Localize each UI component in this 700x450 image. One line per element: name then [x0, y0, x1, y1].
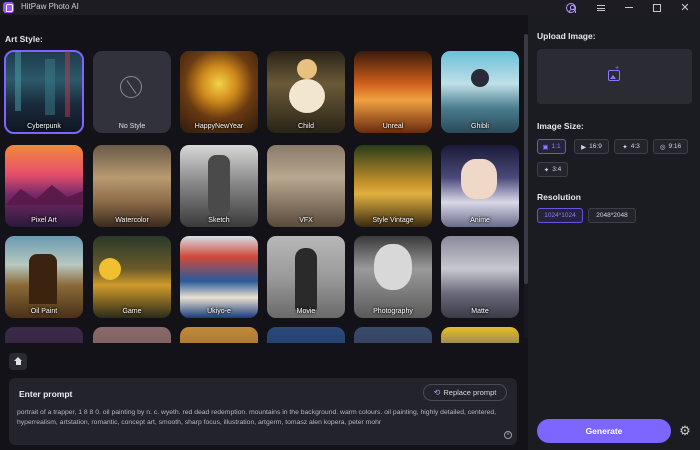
- replace-icon: ⟲: [433, 388, 441, 397]
- resolution-label: Resolution: [537, 192, 581, 202]
- style-label: Anime: [470, 217, 490, 224]
- resolution-option-2048[interactable]: 2048*2048: [588, 208, 636, 223]
- style-tile-pixel-art[interactable]: Pixel Art: [5, 145, 83, 227]
- resolution-option-1024[interactable]: 1024*1024: [537, 208, 583, 223]
- maximize-icon[interactable]: [650, 1, 664, 14]
- image-size-label: Image Size:: [537, 121, 584, 131]
- app-title: HitPaw Photo AI: [21, 2, 79, 11]
- replace-prompt-button[interactable]: ⟲ Replace prompt: [423, 384, 507, 401]
- style-tile-watercolor[interactable]: Watercolor: [93, 145, 171, 227]
- menu-icon[interactable]: [594, 1, 608, 14]
- size-option-4-3[interactable]: ✦ 4:3: [614, 139, 648, 154]
- clear-prompt-icon[interactable]: ×: [504, 431, 512, 439]
- app-logo-icon: [3, 2, 14, 13]
- style-tile-partial[interactable]: [5, 327, 83, 343]
- style-label: No Style: [118, 123, 146, 130]
- size-option-16-9[interactable]: ▶ 16:9: [574, 139, 609, 154]
- prompt-input[interactable]: portrait of a trapper, 1 8 8 0. oil pain…: [17, 408, 507, 428]
- size-option-label: 4:3: [630, 143, 640, 150]
- size-option-label: 1:1: [551, 143, 561, 150]
- prompt-title: Enter prompt: [19, 389, 73, 399]
- add-image-icon: [608, 65, 620, 81]
- style-tile-matte[interactable]: Matte: [441, 236, 519, 318]
- account-icon[interactable]: [564, 1, 578, 14]
- instagram-icon: ◎: [659, 143, 666, 151]
- style-label: VFX: [299, 217, 313, 224]
- style-tile-movie[interactable]: Movie: [267, 236, 345, 318]
- size-option-label: 16:9: [589, 143, 602, 150]
- style-tile-game[interactable]: Game: [93, 236, 171, 318]
- style-tile-cyberpunk[interactable]: Cyberpunk: [4, 50, 84, 134]
- minimize-icon[interactable]: [622, 1, 636, 14]
- size-option-label: 3:4: [552, 166, 562, 173]
- style-tile-partial[interactable]: [180, 327, 258, 343]
- generate-button[interactable]: Generate: [537, 419, 671, 443]
- style-tile-partial[interactable]: [354, 327, 432, 343]
- art-style-label: Art Style:: [5, 34, 43, 44]
- style-label: Pixel Art: [31, 217, 57, 224]
- no-style-icon: [120, 76, 142, 98]
- style-label: Ukiyo-e: [207, 308, 231, 315]
- replace-prompt-label: Replace prompt: [443, 388, 497, 397]
- style-label: Cyberpunk: [27, 123, 61, 130]
- size-option-1-1[interactable]: ▣ 1:1: [537, 139, 566, 154]
- style-label: Watercolor: [115, 217, 149, 224]
- style-label: Matte: [471, 308, 489, 315]
- style-tile-partial[interactable]: [267, 327, 345, 343]
- style-tile-no-style[interactable]: No Style: [93, 51, 171, 133]
- home-icon: [14, 357, 23, 366]
- style-tile-oil-paint[interactable]: Oil Paint: [5, 236, 83, 318]
- style-tile-style-vintage[interactable]: Style Vintage: [354, 145, 432, 227]
- twitter-icon: ✦: [543, 166, 550, 174]
- style-label: Oil Paint: [30, 308, 58, 315]
- size-option-9-16[interactable]: ◎ 9:16: [653, 139, 688, 154]
- upload-image-dropzone[interactable]: [537, 49, 692, 104]
- upload-image-label: Upload Image:: [537, 31, 596, 41]
- app-window: HitPaw Photo AI ✕ Art Style: Cyberpunk N…: [0, 0, 700, 450]
- style-label: HappyNewYear: [194, 123, 244, 130]
- style-tile-sketch[interactable]: Sketch: [180, 145, 258, 227]
- style-label: Style Vintage: [372, 217, 414, 224]
- style-tile-anime[interactable]: Anime: [441, 145, 519, 227]
- home-button[interactable]: [9, 353, 27, 370]
- style-tile-child[interactable]: Child: [267, 51, 345, 133]
- title-bar: HitPaw Photo AI ✕: [0, 0, 700, 15]
- style-tile-unreal[interactable]: Unreal: [354, 51, 432, 133]
- style-label: Movie: [296, 308, 316, 315]
- style-tile-partial[interactable]: [441, 327, 519, 343]
- square-icon: ▣: [542, 143, 549, 151]
- style-tile-happynewyear[interactable]: HappyNewYear: [180, 51, 258, 133]
- style-label: Sketch: [208, 217, 230, 224]
- style-tile-vfx[interactable]: VFX: [267, 145, 345, 227]
- style-grid: Cyberpunk No Style HappyNewYear Child Un…: [0, 46, 522, 343]
- youtube-icon: ▶: [581, 143, 587, 151]
- size-option-label: 9:16: [668, 143, 682, 150]
- twitter-icon: ✦: [622, 143, 628, 151]
- style-tile-partial[interactable]: [93, 327, 171, 343]
- prompt-panel: Enter prompt ⟲ Replace prompt portrait o…: [9, 378, 517, 445]
- style-label: Game: [122, 308, 142, 315]
- close-icon[interactable]: ✕: [678, 1, 692, 14]
- style-tile-photography[interactable]: Photography: [354, 236, 432, 318]
- style-label: Unreal: [382, 123, 404, 130]
- style-label: Child: [298, 123, 314, 130]
- style-label: Photography: [373, 308, 413, 315]
- style-label: Ghibli: [471, 123, 489, 130]
- resolution-option-label: 2048*2048: [596, 212, 628, 219]
- style-tile-ghibli[interactable]: Ghibli: [441, 51, 519, 133]
- settings-gear-icon[interactable]: ⚙: [678, 424, 692, 438]
- style-tile-ukiyo-e[interactable]: Ukiyo-e: [180, 236, 258, 318]
- size-option-3-4[interactable]: ✦ 3:4: [537, 162, 568, 177]
- resolution-option-label: 1024*1024: [544, 212, 576, 219]
